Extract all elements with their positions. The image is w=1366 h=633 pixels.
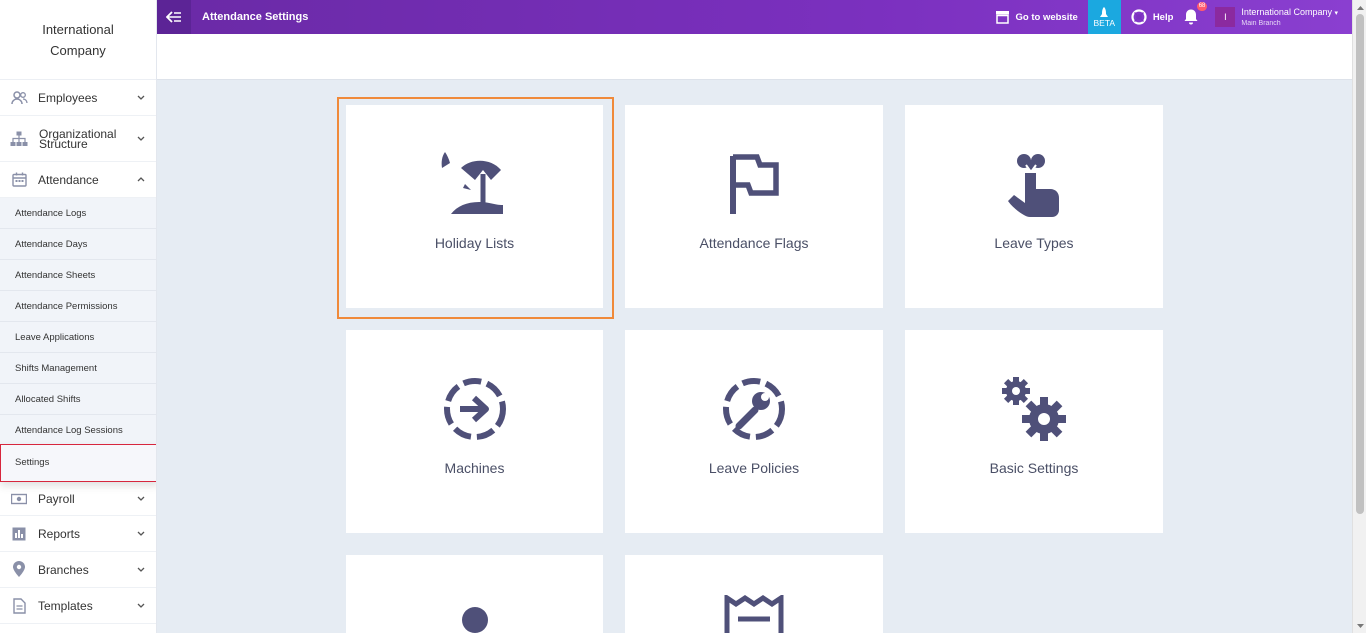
- company-name: International Company: [0, 0, 156, 80]
- chevron-down-icon: [136, 93, 146, 103]
- bar-chart-icon: [10, 525, 28, 543]
- sidebar-item-branches[interactable]: Branches: [0, 552, 156, 588]
- scrollbar-thumb[interactable]: [1356, 14, 1364, 514]
- chevron-up-icon: [136, 175, 146, 185]
- page-title: Attendance Settings: [202, 11, 309, 23]
- basic-settings-card[interactable]: Basic Settings: [905, 330, 1163, 533]
- beach-umbrella-icon: [440, 149, 510, 219]
- notifications-count-badge: 68: [1196, 2, 1208, 11]
- beta-badge[interactable]: BETA: [1087, 0, 1121, 34]
- help-link[interactable]: Help: [1131, 9, 1174, 25]
- card-label: Attendance Flags: [699, 235, 809, 251]
- money-icon: [10, 490, 28, 508]
- org-structure-icon: [10, 130, 28, 148]
- sidebar-item-label: Payroll: [38, 491, 75, 506]
- flag-icon: [719, 149, 789, 219]
- sidebar-item-label: Employees: [38, 90, 98, 105]
- avatar: I: [1215, 7, 1236, 27]
- top-bar: Attendance Settings Go to website BETA H…: [157, 0, 1352, 34]
- sidebar-item-label: Attendance: [38, 172, 99, 187]
- sidebar-item-label: Reports: [38, 526, 81, 541]
- users-icon: [10, 89, 28, 107]
- submenu-attendance-logs[interactable]: Attendance Logs: [0, 198, 156, 229]
- map-pin-icon: [10, 561, 28, 579]
- account-name: International Company: [1241, 6, 1332, 17]
- notifications-button[interactable]: 68: [1183, 2, 1208, 26]
- submenu-attendance-log-sessions[interactable]: Attendance Log Sessions: [0, 415, 156, 446]
- submenu-allocated-shifts[interactable]: Allocated Shifts: [0, 384, 156, 415]
- lifebuoy-icon: [1131, 9, 1147, 25]
- circle-wrench-icon: [719, 374, 789, 444]
- sidebar-item-label: Templates: [38, 598, 93, 613]
- submenu-shifts-management[interactable]: Shifts Management: [0, 353, 156, 384]
- sidebar-item-templates[interactable]: Templates: [0, 588, 156, 624]
- sidebar-item-employees[interactable]: Employees: [0, 80, 156, 116]
- leave-types-card[interactable]: Leave Types: [905, 105, 1163, 308]
- submenu-attendance-sheets[interactable]: Attendance Sheets: [0, 260, 156, 291]
- submenu-settings[interactable]: Settings: [0, 444, 156, 482]
- circle-arrow-icon: [440, 374, 510, 444]
- card-label: Machines: [444, 460, 505, 476]
- sidebar: International Company Employees Organiza…: [0, 0, 157, 633]
- go-to-website-label: Go to website: [1015, 11, 1078, 23]
- account-menu[interactable]: I International Company ▾ Main Branch: [1215, 7, 1338, 28]
- go-to-website-link[interactable]: Go to website: [995, 10, 1078, 24]
- sidebar-item-payroll[interactable]: Payroll: [0, 482, 156, 516]
- attendance-flags-card[interactable]: Attendance Flags: [625, 105, 883, 308]
- sidebar-item-attendance[interactable]: Attendance: [0, 162, 156, 198]
- chevron-down-icon: [136, 601, 146, 611]
- card-label: Leave Policies: [708, 460, 800, 476]
- store-icon: [995, 11, 1009, 24]
- document-icon: [10, 597, 28, 615]
- account-branch: Main Branch: [1241, 19, 1281, 27]
- card-label: Basic Settings: [989, 460, 1079, 476]
- calendar-icon: [10, 171, 28, 189]
- scroll-up-icon[interactable]: [1356, 3, 1364, 11]
- gears-icon: [999, 374, 1069, 444]
- chevron-down-icon: [136, 494, 146, 504]
- submenu-leave-applications[interactable]: Leave Applications: [0, 322, 156, 353]
- card-label: Holiday Lists: [434, 235, 515, 251]
- help-label: Help: [1152, 11, 1174, 23]
- page-header-area: [157, 34, 1352, 80]
- sidebar-item-reports[interactable]: Reports: [0, 516, 156, 552]
- attendance-submenu: Attendance Logs Attendance Days Attendan…: [0, 198, 156, 482]
- rocket-icon: [1100, 6, 1109, 17]
- settings-card-8[interactable]: [625, 555, 883, 633]
- sidebar-item-organizational-structure[interactable]: Organizational Structure: [0, 116, 156, 162]
- sidebar-item-label: Branches: [38, 562, 89, 577]
- collapse-sidebar-button[interactable]: [157, 0, 191, 34]
- arrow-left-menu-icon: [166, 11, 181, 23]
- submenu-attendance-days[interactable]: Attendance Days: [0, 229, 156, 260]
- holiday-lists-card[interactable]: Holiday Lists: [337, 97, 614, 319]
- beta-label: BETA: [1093, 17, 1116, 28]
- receipt-icon: [719, 595, 789, 633]
- settings-card-7[interactable]: [346, 555, 603, 633]
- submenu-attendance-permissions[interactable]: Attendance Permissions: [0, 291, 156, 322]
- bell-icon: [1184, 9, 1198, 25]
- page-scrollbar[interactable]: [1352, 0, 1366, 633]
- chevron-down-icon: [136, 529, 146, 539]
- sidebar-item-label: Organizational Structure: [39, 126, 117, 151]
- person-icon: [440, 605, 510, 633]
- leave-policies-card[interactable]: Leave Policies: [625, 330, 883, 533]
- hand-ribbon-icon: [999, 149, 1069, 219]
- chevron-down-icon: [136, 565, 146, 575]
- card-label: Leave Types: [994, 235, 1074, 251]
- caret-down-icon: ▾: [1334, 9, 1338, 17]
- scroll-down-icon[interactable]: [1356, 622, 1364, 630]
- chevron-down-icon: [136, 134, 146, 144]
- machines-card[interactable]: Machines: [346, 330, 603, 533]
